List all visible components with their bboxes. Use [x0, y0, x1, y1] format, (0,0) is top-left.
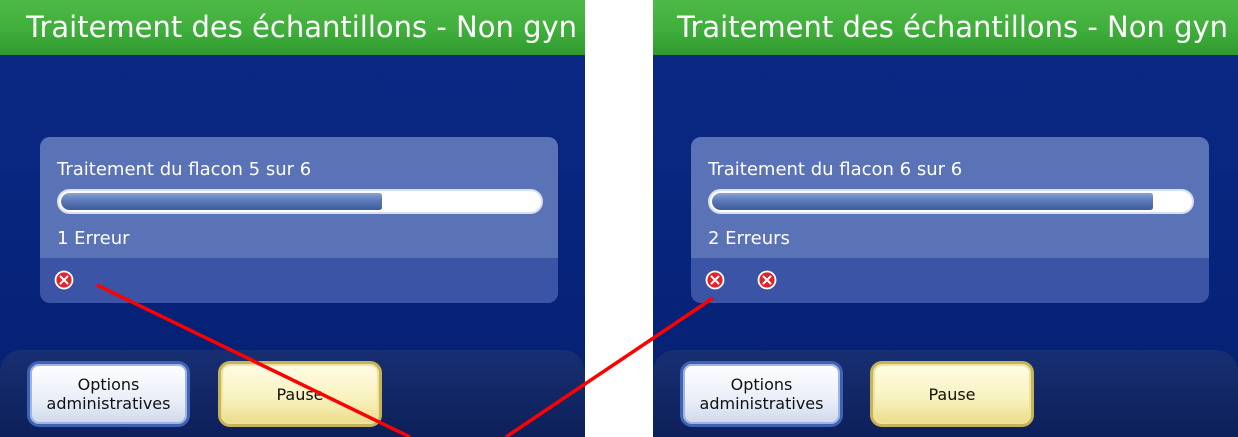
vial-status-text: Traitement du flacon 6 sur 6	[708, 159, 963, 180]
page-title: Traitement des échantillons - Non gyn	[0, 0, 585, 55]
admin-options-label-line1: Options	[730, 375, 793, 394]
error-x-icon[interactable]	[757, 270, 777, 292]
pause-button[interactable]: Pause	[218, 361, 382, 427]
page-title: Traitement des échantillons - Non gyn	[653, 0, 1238, 55]
processing-panel: Traitement du flacon 5 sur 6 1 Erreur	[40, 137, 558, 303]
progress-bar	[57, 189, 543, 214]
error-x-icon[interactable]	[705, 270, 725, 292]
pause-button[interactable]: Pause	[870, 361, 1034, 427]
admin-options-button[interactable]: Options administratives	[680, 361, 843, 427]
admin-options-label-line1: Options	[77, 375, 140, 394]
right-screen: Traitement des échantillons - Non gyn Tr…	[653, 0, 1238, 437]
progress-bar-fill	[61, 193, 382, 210]
error-x-icon[interactable]	[54, 270, 74, 292]
error-count-text: 2 Erreurs	[708, 228, 790, 249]
progress-bar-fill	[712, 193, 1154, 210]
admin-options-label-line2: administratives	[699, 394, 824, 413]
error-icon-row	[705, 270, 777, 292]
error-icon-row	[54, 270, 74, 292]
left-screen: Traitement des échantillons - Non gyn Tr…	[0, 0, 585, 437]
vial-status-text: Traitement du flacon 5 sur 6	[57, 159, 312, 180]
admin-options-label-line2: administratives	[46, 394, 171, 413]
error-count-text: 1 Erreur	[57, 228, 130, 249]
processing-panel: Traitement du flacon 6 sur 6 2 Erreurs	[691, 137, 1209, 303]
admin-options-button[interactable]: Options administratives	[27, 361, 190, 427]
progress-bar	[708, 189, 1194, 214]
